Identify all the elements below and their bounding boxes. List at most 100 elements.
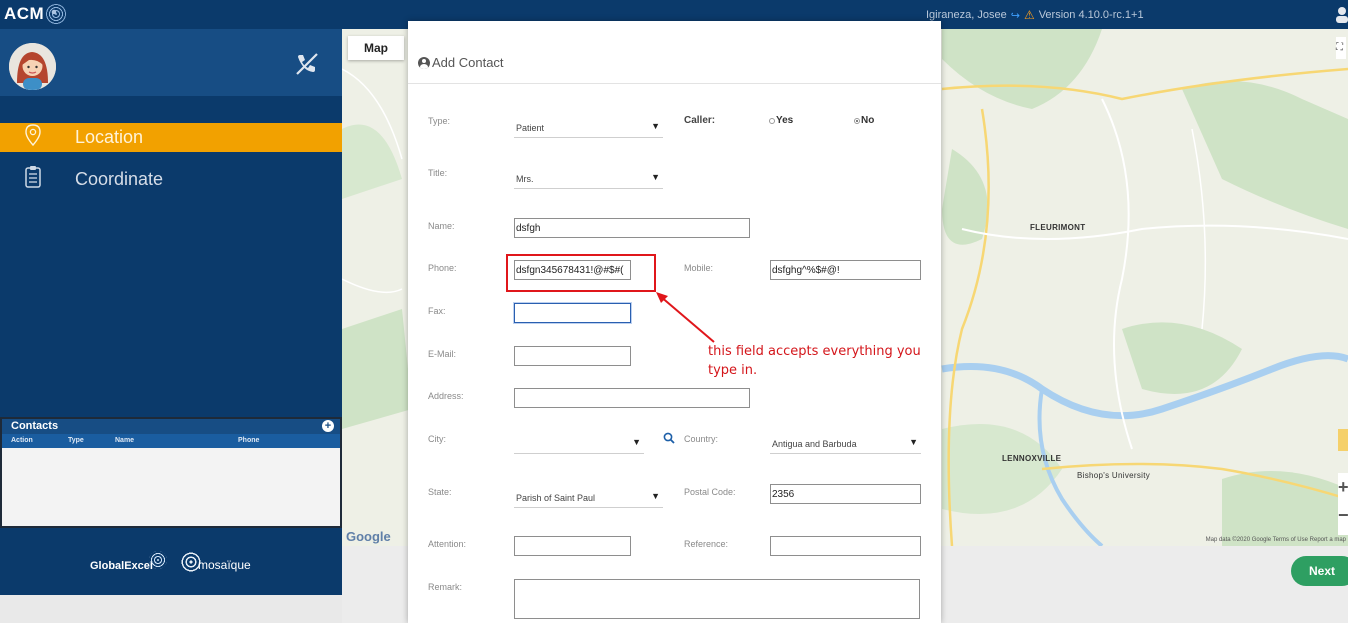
contacts-panel: Contacts + Action Type Name Phone [0, 417, 342, 528]
map-pin-icon [24, 124, 42, 151]
globe-icon [148, 551, 167, 569]
radio-circle [769, 117, 775, 124]
annotation-arrow [656, 292, 715, 343]
attention-label: Attention: [428, 539, 467, 549]
app-brand-text: ACM [4, 4, 45, 23]
title-label: Title: [428, 168, 448, 178]
reference-input[interactable] [770, 536, 921, 556]
caller-no-radio[interactable]: No [854, 115, 874, 126]
user-name: Igiraneza, Josee [926, 9, 1007, 21]
annotation-text: this field accepts everything you type i… [708, 344, 921, 378]
logout-icon[interactable]: ↪ [1011, 9, 1020, 22]
country-select[interactable]: Antigua and Barbuda ▼ [770, 432, 921, 454]
remark-textarea[interactable] [514, 579, 920, 619]
contacts-header: Contacts + [2, 419, 340, 434]
map-attribution[interactable]: Map data ©2020 Google Terms of Use Repor… [1206, 537, 1346, 543]
mobile-input[interactable] [770, 260, 921, 280]
type-select[interactable]: Patient ▼ [514, 116, 663, 138]
street-view-pegman-icon[interactable] [1338, 429, 1348, 451]
dialog-title: Add Contact [418, 55, 504, 70]
sidebar-header [0, 29, 342, 96]
country-label: Country: [684, 434, 719, 444]
radio-circle [854, 117, 860, 124]
fax-label: Fax: [428, 306, 446, 316]
fax-input[interactable] [514, 303, 631, 323]
postal-code-label: Postal Code: [684, 487, 736, 497]
phone-off-icon[interactable] [294, 51, 320, 83]
title-select-value: Mrs. [516, 174, 534, 184]
zoom-in-button[interactable]: + [1338, 473, 1348, 501]
column-header: Name [115, 437, 135, 444]
chevron-down-icon: ▼ [651, 121, 660, 131]
user-circle-icon [418, 56, 430, 69]
chevron-down-icon: ▼ [909, 437, 918, 447]
fullscreen-icon[interactable]: ⛶ [1336, 37, 1346, 59]
map-place-label: Bishop's University [1077, 471, 1151, 480]
globe-icon [46, 4, 67, 24]
partner-logos: GlobalExcel mosaïque [0, 540, 342, 595]
zoom-controls[interactable]: + − [1338, 473, 1348, 535]
caller-label: Caller: [684, 115, 716, 126]
divider [408, 83, 941, 84]
column-header: Type [68, 437, 84, 444]
avatar-image [9, 43, 56, 90]
name-input[interactable] [514, 218, 750, 238]
phone-label: Phone: [428, 263, 457, 273]
avatar[interactable] [9, 43, 56, 90]
state-label: State: [428, 487, 452, 497]
type-label: Type: [428, 116, 451, 126]
type-select-value: Patient [516, 123, 545, 133]
next-button[interactable]: Next [1291, 556, 1348, 586]
reference-label: Reference: [684, 539, 729, 549]
sidebar-item-label: Coordinate [75, 169, 164, 189]
column-header: Phone [238, 437, 260, 444]
mobile-label: Mobile: [684, 263, 714, 273]
add-contact-icon[interactable]: + [322, 420, 334, 432]
user-info: Igiraneza, Josee ↪ ⚠ Version 4.10.0-rc.1… [926, 8, 1144, 22]
address-label: Address: [428, 391, 464, 401]
city-select[interactable]: ▼ [514, 432, 644, 454]
chevron-down-icon: ▼ [651, 172, 660, 182]
map-type-tab[interactable]: Map [348, 36, 404, 60]
chevron-down-icon: ▼ [632, 437, 641, 447]
name-label: Name: [428, 221, 455, 231]
attention-input[interactable] [514, 536, 631, 556]
address-input[interactable] [514, 388, 750, 408]
warning-icon: ⚠ [1023, 8, 1035, 22]
globalexcel-logo: GlobalExcel [90, 551, 167, 572]
mosaique-logo-text: mosaïque [198, 558, 251, 572]
email-input[interactable] [514, 346, 631, 366]
map-place-label: FLEURIMONT [1030, 223, 1086, 232]
zoom-out-button[interactable]: − [1338, 501, 1348, 529]
user-profile-icon[interactable] [1336, 6, 1348, 23]
google-logo: Google [346, 529, 391, 544]
column-header: Action [11, 437, 33, 444]
caller-yes-radio[interactable]: Yes [769, 115, 793, 126]
caller-yes-option: Yes [776, 115, 794, 126]
annotation-highlight-box [506, 254, 656, 292]
contacts-title: Contacts [11, 420, 59, 432]
remark-label: Remark: [428, 582, 463, 592]
globalexcel-logo-text: GlobalExcel [90, 560, 153, 572]
sidebar-item-location[interactable]: Location [0, 123, 342, 152]
map-place-label: LENNOXVILLE [1002, 454, 1062, 463]
title-select[interactable]: Mrs. ▼ [514, 167, 663, 189]
caller-no-option: No [861, 115, 875, 126]
email-label: E-Mail: [428, 349, 457, 359]
state-select-value: Parish of Saint Paul [516, 493, 596, 503]
state-select[interactable]: Parish of Saint Paul ▼ [514, 486, 663, 508]
city-label: City: [428, 434, 446, 444]
sidebar: Location Coordinate Contacts + Action Ty… [0, 29, 342, 595]
clipboard-icon [24, 165, 42, 194]
postal-code-input[interactable] [770, 484, 921, 504]
mosaique-logo: mosaïque [180, 551, 251, 573]
sidebar-item-label: Location [75, 127, 144, 147]
contacts-table-header: Action Type Name Phone [2, 434, 340, 448]
chevron-down-icon: ▼ [651, 491, 660, 501]
sidebar-item-coordinate[interactable]: Coordinate [0, 165, 342, 194]
dialog-title-text: Add Contact [432, 55, 504, 70]
country-select-value: Antigua and Barbuda [772, 439, 857, 449]
version-text: Version 4.10.0-rc.1+1 [1038, 9, 1144, 21]
search-icon[interactable] [663, 432, 675, 447]
app-logo[interactable]: ACM [4, 4, 67, 24]
